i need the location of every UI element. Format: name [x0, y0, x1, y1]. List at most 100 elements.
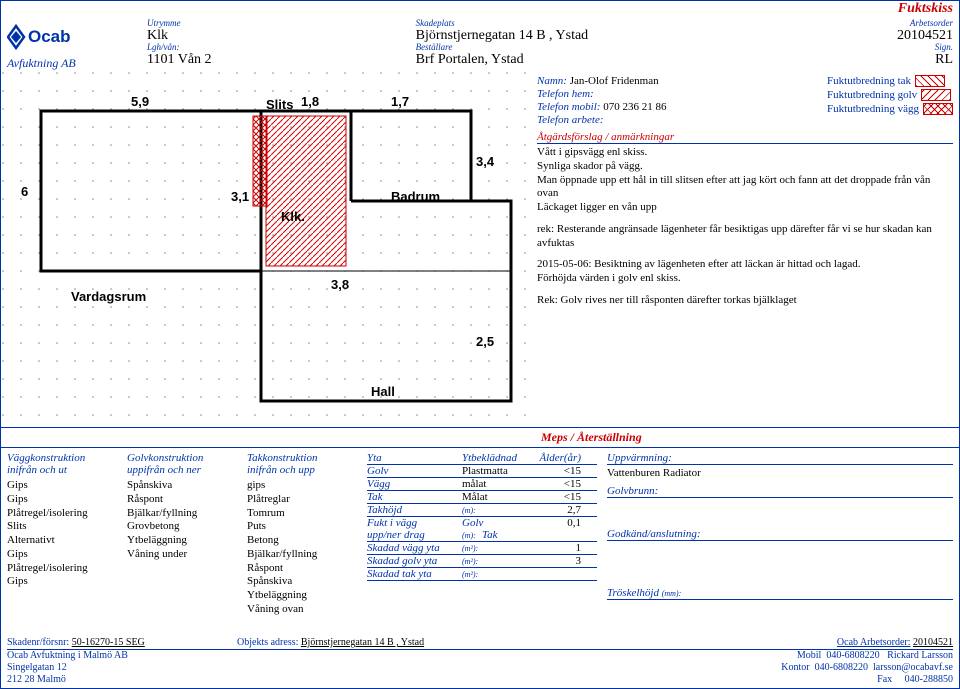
arb-v: 20104521 — [913, 637, 953, 648]
sg-u: (m²): — [462, 557, 537, 566]
legend-tak: Fuktutbredning tak — [827, 75, 911, 87]
label-klk: Klk. — [281, 209, 305, 224]
footer-addr1: Singelgatan 12 — [7, 662, 128, 674]
list-item: Alternativt — [7, 534, 117, 548]
list-item: Gips — [7, 493, 117, 507]
footer-bot: Ocab Avfuktning i Malmö AB Singelgatan 1… — [7, 650, 953, 686]
upp-u: (m): — [462, 531, 482, 540]
header: Ocab Avfuktning AB Utrymme Klk Lgh/vån: … — [1, 17, 959, 71]
list-item: Råspont — [127, 493, 237, 507]
list-item: Råspont — [247, 562, 357, 576]
sv-v: 1 — [537, 542, 581, 554]
list-item: Betong — [247, 534, 357, 548]
right-lower: Uppvärmning: Vattenburen Radiator Golvbr… — [607, 452, 953, 617]
kontor-v: 040-6808220 — [815, 662, 868, 673]
kontor-l: Kontor — [781, 662, 809, 673]
col-tak: Takkonstruktion inifrån och upp gipsPlåt… — [247, 452, 357, 617]
right-panel: Namn: Jan-Olof Fridenman Telefon hem: Te… — [531, 71, 959, 421]
fukt-v: 0,1 — [537, 517, 581, 529]
col-utrymme: Utrymme Klk Lgh/vån: 1101 Vån 2 — [147, 19, 416, 71]
footer: Skadenr/försnr: 50-16270-15 SEG Objekts … — [1, 637, 959, 686]
page: Fuktskiss Ocab Avfuktning AB Utrymme Klk… — [0, 0, 960, 689]
dim-18: 1,8 — [301, 94, 319, 109]
namn-value: Jan-Olof Fridenman — [570, 75, 659, 87]
telmobil-label: Telefon mobil: — [537, 101, 600, 113]
golv-list: SpånskivaRåspontBjälkar/fyllningGrovbeto… — [127, 479, 237, 562]
troskel-u: (mm): — [662, 589, 682, 598]
lgh-value: 1101 Vån 2 — [147, 52, 416, 67]
contact-row: Namn: Jan-Olof Fridenman Telefon hem: Te… — [537, 75, 953, 127]
fax-v: 040-288850 — [905, 674, 953, 685]
skadeplats-value: Björnstjernegatan 14 B , Ystad — [416, 28, 685, 43]
arbetsorder-value: 20104521 — [684, 28, 953, 43]
yta-table: Yta Ytbeklädnad Ålder(år) GolvPlastmatta… — [367, 452, 597, 617]
list-item: Slits — [7, 520, 117, 534]
list-item: Bjälkar/fyllning — [127, 507, 237, 521]
upp-l: upp/ner drag — [367, 529, 462, 541]
list-item: Plåtregel/isolering — [7, 562, 117, 576]
dim-38: 3,8 — [331, 277, 349, 292]
email: larsson@ocabavf.se — [873, 662, 953, 673]
contact-col: Namn: Jan-Olof Fridenman Telefon hem: Te… — [537, 75, 666, 127]
dim-25: 2,5 — [476, 334, 494, 349]
vagg-head: Väggkonstruktion inifrån och ut — [7, 452, 117, 476]
yta-h3: Ålder(år) — [537, 452, 581, 464]
telhem-label: Telefon hem: — [537, 88, 594, 100]
doc-title: Fuktskiss — [1, 1, 959, 17]
dim-34: 3,4 — [476, 154, 495, 169]
skadenr-l: Skadenr/försnr: — [7, 637, 69, 648]
swatch-vagg — [923, 103, 953, 115]
fax-l: Fax — [877, 674, 892, 685]
logo-block: Ocab Avfuktning AB — [7, 19, 147, 71]
telarbete-label: Telefon arbete: — [537, 114, 604, 126]
footer-right: Mobil 040-6808220 Rickard Larsson Kontor… — [781, 650, 953, 686]
swatch-tak — [915, 75, 945, 87]
notes: Vått i gipsvägg enl skiss. Synliga skado… — [537, 146, 953, 308]
list-item: Våning ovan — [247, 603, 357, 617]
table-row: TakMålat<15 — [367, 491, 597, 504]
footer-addr2: 212 28 Malmö — [7, 674, 128, 686]
list-item: Ytbeläggning — [247, 589, 357, 603]
mobil-v: 040-6808220 — [826, 650, 879, 661]
label-hall: Hall — [371, 384, 395, 399]
utrymme-label: Utrymme — [147, 19, 416, 28]
vagg-list: GipsGipsPlåtregel/isoleringSlitsAlternat… — [7, 479, 117, 589]
floor-plan-svg: 5,9 Slits 1,8 1,7 6 3,1 Klk. Badrum 3,4 … — [1, 71, 531, 421]
arbetsorder-label: Arbetsorder — [684, 19, 953, 28]
legend-vagg: Fuktutbredning vägg — [827, 103, 919, 115]
takhojd-v: 2,7 — [537, 504, 581, 516]
list-item: Plåtreglar — [247, 493, 357, 507]
note-p1: Vått i gipsvägg enl skiss. Synliga skado… — [537, 146, 953, 215]
sg-v: 3 — [537, 555, 581, 567]
dim-31: 3,1 — [231, 189, 249, 204]
note-p4: Rek: Golv rives ner till råsponten däref… — [537, 294, 953, 308]
footer-company: Ocab Avfuktning i Malmö AB — [7, 650, 128, 662]
takhojd-l: Takhöjd — [367, 504, 462, 516]
fukt-golv: Golv — [462, 517, 537, 529]
st-u: (m²): — [462, 570, 537, 579]
list-item: gips — [247, 479, 357, 493]
label-badrum: Badrum — [391, 189, 440, 204]
company-subtitle: Avfuktning AB — [7, 56, 107, 71]
yta-head-row: Yta Ytbeklädnad Ålder(år) — [367, 452, 597, 465]
godkand-label: Godkänd/anslutning: — [607, 528, 953, 541]
upp-tak: Tak — [482, 529, 498, 541]
list-item: Spånskiva — [247, 575, 357, 589]
note-p2: rek: Resterande angränsade lägenheter få… — [537, 223, 953, 251]
legend: Fuktutbredning tak Fuktutbredning golv F… — [827, 75, 953, 127]
list-item: Gips — [7, 479, 117, 493]
table-row: GolvPlastmatta<15 — [367, 465, 597, 478]
label-vardagsrum: Vardagsrum — [71, 289, 146, 304]
sg-l: Skadad golv yta — [367, 555, 462, 567]
lgh-label: Lgh/vån: — [147, 43, 416, 52]
person: Rickard Larsson — [887, 650, 953, 661]
mobil-l: Mobil — [797, 650, 821, 661]
takhojd-u: (m): — [462, 506, 537, 515]
st-l: Skadad tak yta — [367, 568, 462, 580]
telmobil-value: 070 236 21 86 — [603, 101, 666, 113]
table-row: Väggmålat<15 — [367, 478, 597, 491]
list-item: Plåtregel/isolering — [7, 507, 117, 521]
list-item: Tomrum — [247, 507, 357, 521]
tak-list: gipsPlåtreglarTomrumPutsBetongBjälkar/fy… — [247, 479, 357, 617]
sign-label: Sign. — [684, 43, 953, 52]
